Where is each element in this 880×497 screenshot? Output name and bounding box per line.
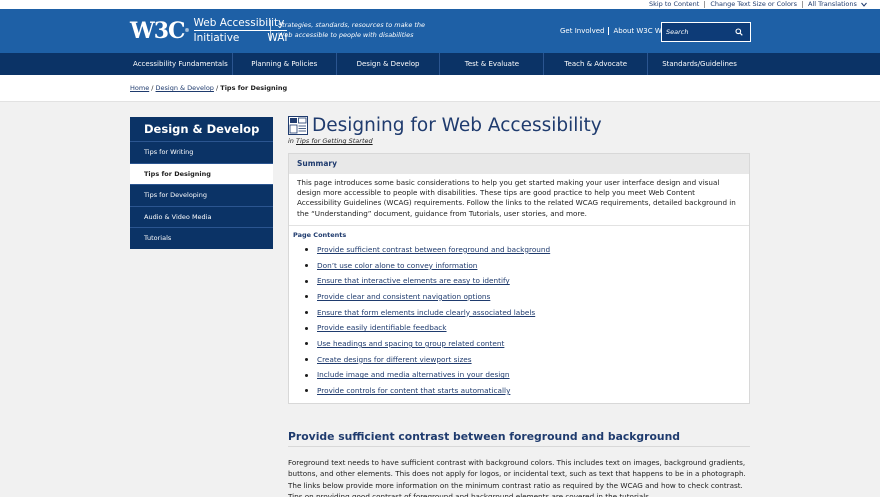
breadcrumb-home[interactable]: Home	[130, 84, 149, 92]
list-item: Don’t use color alone to convey informat…	[305, 258, 745, 274]
list-item: Provide easily identifiable feedback	[305, 320, 745, 336]
search-box	[661, 22, 751, 42]
registered-mark: ®	[184, 27, 190, 34]
translations-link[interactable]: All Translations	[801, 0, 872, 8]
toc-link[interactable]: Provide clear and consistent navigation …	[317, 289, 490, 305]
bullet	[305, 357, 308, 361]
subtitle-prefix: in	[288, 137, 296, 145]
page-title: Designing for Web Accessibility	[312, 115, 602, 136]
sidebar-title[interactable]: Design & Develop	[130, 117, 273, 141]
search-icon	[735, 28, 743, 36]
page-contents-heading: Page Contents	[293, 230, 347, 239]
page-subtitle: in Tips for Getting Started	[288, 137, 750, 145]
toc-link[interactable]: Provide controls for content that starts…	[317, 383, 510, 399]
tips-getting-started-link[interactable]: Tips for Getting Started	[296, 137, 373, 145]
nav-item-planning-policies[interactable]: Planning & Policies	[231, 53, 336, 75]
bullet	[305, 310, 308, 314]
wai-logo[interactable]: W3C® Web Accessibility Initiative WAI	[130, 17, 288, 44]
toc-link[interactable]: Use headings and spacing to group relate…	[317, 336, 504, 352]
w3c-logo: W3C®	[130, 18, 190, 44]
main-nav: Accessibility Fundamentals Planning & Po…	[0, 53, 880, 75]
breadcrumb: Home / Design & Develop / Tips for Desig…	[130, 84, 287, 92]
section-paragraph: Foreground text needs to have sufficient…	[288, 457, 746, 497]
list-item: Provide clear and consistent navigation …	[305, 289, 745, 305]
breadcrumb-design-develop[interactable]: Design & Develop	[156, 84, 214, 92]
bullet	[305, 295, 308, 299]
bullet	[305, 248, 308, 252]
list-item: Provide sufficient contrast between fore…	[305, 242, 745, 258]
sidebar-nav: Design & Develop Tips for Writing Tips f…	[130, 117, 273, 249]
toc-link[interactable]: Create designs for different viewport si…	[317, 352, 472, 368]
sidebar-item-tips-for-writing[interactable]: Tips for Writing	[130, 141, 273, 163]
nav-item-test-evaluate[interactable]: Test & Evaluate	[439, 53, 543, 75]
toc-link[interactable]: Ensure that interactive elements are eas…	[317, 273, 510, 289]
list-item: Use headings and spacing to group relate…	[305, 336, 745, 352]
translations-label: All Translations	[807, 0, 857, 8]
summary-box: Summary This page introduces some basic …	[288, 153, 750, 404]
list-item: Ensure that interactive elements are eas…	[305, 273, 745, 289]
page-contents: Page Contents Provide sufficient contras…	[289, 226, 749, 403]
main-nav-list: Accessibility Fundamentals Planning & Po…	[129, 53, 751, 75]
bullet	[305, 373, 308, 377]
sidebar-item-tips-for-designing[interactable]: Tips for Designing	[130, 162, 273, 185]
bullet	[305, 389, 308, 393]
site-header: W3C® Web Accessibility Initiative WAI St…	[0, 9, 880, 53]
toc-link[interactable]: Include image and media alternatives in …	[317, 367, 510, 383]
section-heading: Provide sufficient contrast between fore…	[288, 430, 750, 447]
nav-item-design-develop[interactable]: Design & Develop	[335, 53, 440, 75]
utility-bar: Skip to Content Change Text Size or Colo…	[0, 0, 880, 9]
site-tagline: Strategies, standards, resources to make…	[270, 20, 440, 40]
sidebar-item-tips-for-developing[interactable]: Tips for Developing	[130, 184, 273, 206]
list-item: Provide controls for content that starts…	[305, 383, 745, 399]
design-layout-icon	[288, 116, 308, 135]
search-button[interactable]	[728, 23, 750, 41]
sidebar-item-audio-video-media[interactable]: Audio & Video Media	[130, 205, 273, 228]
page-title-row: Designing for Web Accessibility	[288, 115, 750, 136]
main-content: Designing for Web Accessibility in Tips …	[288, 115, 750, 497]
logo-initiative: Initiative	[193, 32, 240, 44]
list-item: Create designs for different viewport si…	[305, 352, 745, 368]
text-size-link[interactable]: Change Text Size or Colors	[704, 1, 802, 8]
breadcrumb-bar: Home / Design & Develop / Tips for Desig…	[0, 75, 880, 102]
breadcrumb-current: Tips for Designing	[220, 84, 288, 92]
summary-heading: Summary	[289, 154, 749, 174]
toc-link[interactable]: Ensure that form elements include clearl…	[317, 305, 535, 321]
nav-item-standards-guidelines[interactable]: Standards/Guidelines	[647, 53, 751, 75]
toc-link[interactable]: Provide easily identifiable feedback	[317, 320, 447, 336]
page-contents-list: Provide sufficient contrast between fore…	[305, 242, 745, 399]
skip-to-content-link[interactable]: Skip to Content	[644, 1, 704, 8]
list-item: Ensure that form elements include clearl…	[305, 305, 745, 321]
sidebar-item-tutorials[interactable]: Tutorials	[130, 227, 273, 249]
utility-links: Skip to Content Change Text Size or Colo…	[644, 0, 872, 9]
bullet	[305, 326, 308, 330]
summary-text: This page introduces some basic consider…	[289, 174, 749, 226]
toc-link[interactable]: Don’t use color alone to convey informat…	[317, 258, 477, 274]
search-input[interactable]	[662, 28, 728, 36]
header-links: Get Involved About W3C WAI	[560, 27, 672, 35]
w3c-logo-text: W3C	[130, 17, 186, 44]
bullet	[305, 342, 308, 346]
nav-item-teach-advocate[interactable]: Teach & Advocate	[543, 53, 647, 75]
bullet	[305, 263, 308, 267]
bullet	[305, 279, 308, 283]
list-item: Include image and media alternatives in …	[305, 367, 745, 383]
get-involved-link[interactable]: Get Involved	[560, 27, 608, 35]
chevron-down-icon	[861, 2, 867, 7]
nav-item-accessibility-fundamentals[interactable]: Accessibility Fundamentals	[129, 53, 232, 75]
toc-link[interactable]: Provide sufficient contrast between fore…	[317, 242, 550, 258]
